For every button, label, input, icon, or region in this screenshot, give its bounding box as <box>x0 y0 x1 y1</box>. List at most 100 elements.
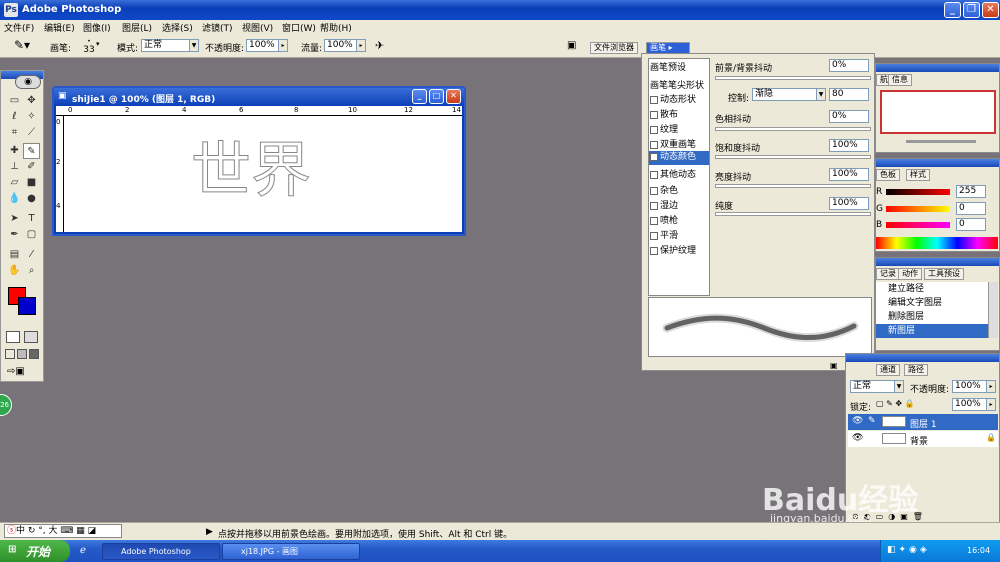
notes-icon[interactable]: ▤ <box>6 247 23 263</box>
marquee-icon[interactable]: ▭ <box>6 93 23 109</box>
menu-image[interactable]: 图像(I) <box>83 21 111 34</box>
ime-toolbar[interactable]: ⓢ中 ↻ °, 大 ⌨ ▦ ◪ <box>4 524 122 538</box>
opacity-field[interactable]: 100% ▸ <box>246 39 288 52</box>
restore-button[interactable]: ❐ <box>963 2 980 18</box>
color-ramp[interactable] <box>876 237 998 249</box>
checkbox-icon[interactable] <box>650 231 658 240</box>
checkbox-icon[interactable] <box>650 95 658 104</box>
eye-icon[interactable]: 👁 <box>852 416 863 426</box>
tab-swatches[interactable]: 色板 <box>876 169 900 181</box>
brush-tip-item[interactable]: 画笔笔尖形状 <box>650 78 704 91</box>
mode-select[interactable]: 正常 ▼ <box>141 39 199 52</box>
option-wet-edges[interactable]: 湿边 <box>650 198 678 211</box>
menu-help[interactable]: 帮助(H) <box>320 21 352 34</box>
stamp-icon[interactable]: ⊥ <box>6 159 23 175</box>
eyedropper-icon[interactable]: ⁄ <box>23 247 40 263</box>
tab-styles[interactable]: 样式 <box>906 169 930 181</box>
doc-minimize-button[interactable]: _ <box>412 89 427 104</box>
taskbar-item-paint[interactable]: xj18.JPG - 画图 <box>222 543 360 560</box>
brightness-jitter-value[interactable]: 100% <box>829 168 869 181</box>
brush-tool-icon[interactable]: ✎▾ <box>14 38 30 52</box>
navigator-thumbnail[interactable] <box>880 90 996 134</box>
checkbox-icon[interactable] <box>650 125 658 134</box>
checkbox-icon[interactable] <box>650 186 658 195</box>
option-smoothing[interactable]: 平滑 <box>650 228 678 241</box>
option-airbrush[interactable]: 喷枪 <box>650 213 678 226</box>
tray-icons[interactable]: ◧✦◉◈ <box>887 545 930 555</box>
gradient-icon[interactable]: ■ <box>23 175 40 191</box>
screen-mode-2-icon[interactable] <box>17 349 27 359</box>
r-value[interactable]: 255 <box>956 185 986 198</box>
option-scattering[interactable]: 散布 <box>650 107 678 120</box>
chevron-down-icon[interactable]: ▾ <box>96 40 100 48</box>
history-item[interactable]: 建立路径 <box>876 282 988 296</box>
checkbox-icon[interactable] <box>650 140 658 149</box>
menu-layer[interactable]: 图层(L) <box>122 21 152 34</box>
minimize-button[interactable]: _ <box>944 2 961 18</box>
path-select-icon[interactable]: ➤ <box>6 211 23 227</box>
crop-icon[interactable]: ⌗ <box>6 125 23 141</box>
new-brush-icon[interactable]: ▣ <box>830 361 838 370</box>
option-color-dynamics[interactable]: ✓ 动态颜色 <box>649 151 709 165</box>
pen-icon[interactable]: ✒ <box>6 227 23 243</box>
option-other-dynamics[interactable]: 其他动态 <box>650 167 696 180</box>
saturation-jitter-value[interactable]: 100% <box>829 139 869 152</box>
fg-bg-jitter-slider[interactable] <box>715 76 871 80</box>
layer-row[interactable]: 👁 背景 🔒 <box>848 431 998 447</box>
checkbox-icon[interactable] <box>650 201 658 210</box>
brush-presets-item[interactable]: 画笔预设 <box>650 60 686 73</box>
lock-icons[interactable]: ▢ ✎ ✥ 🔒 <box>876 399 915 408</box>
purity-value[interactable]: 100% <box>829 197 869 210</box>
hue-jitter-value[interactable]: 0% <box>829 110 869 123</box>
layer-opacity-field[interactable]: 100% ▸ <box>952 380 996 393</box>
standard-mode-icon[interactable] <box>6 331 20 343</box>
fg-bg-jitter-value[interactable]: 0% <box>829 59 869 72</box>
r-slider[interactable] <box>886 189 950 195</box>
tab-paths[interactable]: 路径 <box>904 364 928 376</box>
history-scrollbar[interactable] <box>988 282 998 338</box>
menu-edit[interactable]: 编辑(E) <box>44 21 75 34</box>
screen-mode-3-icon[interactable] <box>29 349 39 359</box>
taskbar-item-photoshop[interactable]: Adobe Photoshop <box>102 543 220 560</box>
option-shape-dynamics[interactable]: 动态形状 <box>650 92 696 105</box>
saturation-jitter-slider[interactable] <box>715 155 871 159</box>
menu-file[interactable]: 文件(F) <box>4 21 34 34</box>
tab-file-browser[interactable]: 文件浏览器 <box>590 42 638 54</box>
option-texture[interactable]: 纹理 <box>650 122 678 135</box>
close-button[interactable]: ✕ <box>982 2 999 18</box>
menu-window[interactable]: 窗口(W) <box>282 21 316 34</box>
tab-info[interactable]: 信息 <box>888 74 912 86</box>
g-slider[interactable] <box>886 206 950 212</box>
checkbox-checked-icon[interactable]: ✓ <box>650 152 658 161</box>
jump-to-imageready-icon[interactable]: ⇨▣ <box>7 366 25 377</box>
blur-icon[interactable]: 💧 <box>6 191 23 207</box>
shape-icon[interactable]: ▢ <box>23 227 40 243</box>
g-value[interactable]: 0 <box>956 202 986 215</box>
type-icon[interactable]: T <box>23 211 40 227</box>
zoom-slider[interactable] <box>906 140 976 143</box>
option-dual-brush[interactable]: 双重画笔 <box>650 137 696 150</box>
blend-mode-select[interactable]: 正常 ▼ <box>850 380 904 393</box>
history-item-current[interactable]: 新图层 <box>876 324 988 338</box>
slice-icon[interactable]: ⟋ <box>23 125 40 141</box>
tab-tool-presets[interactable]: 工具预设 <box>924 268 964 280</box>
photoshop-eye-icon[interactable]: ◉ <box>15 75 41 89</box>
zoom-icon[interactable]: ⌕ <box>23 263 40 279</box>
eraser-icon[interactable]: ▱ <box>6 175 23 191</box>
brightness-jitter-slider[interactable] <box>715 184 871 188</box>
tab-actions[interactable]: 动作 <box>898 268 922 280</box>
option-protect-texture[interactable]: 保护纹理 <box>650 243 696 256</box>
checkbox-icon[interactable] <box>650 170 658 179</box>
flow-field[interactable]: 100% ▸ <box>324 39 366 52</box>
background-color-swatch[interactable] <box>18 297 36 315</box>
control-steps-value[interactable]: 80 <box>829 88 869 101</box>
start-button[interactable]: ⊞ 开始 <box>0 540 70 562</box>
fill-field[interactable]: 100% ▸ <box>952 398 996 411</box>
history-item[interactable]: 编辑文字图层 <box>876 296 988 310</box>
canvas-area[interactable]: 0 2 4 6 8 10 12 14 0 2 4 世界 <box>56 106 462 232</box>
palette-well-icon[interactable]: ▣ <box>567 40 576 51</box>
eye-icon[interactable]: 👁 <box>852 433 863 443</box>
magic-wand-icon[interactable]: ✧ <box>23 109 40 125</box>
tab-channels[interactable]: 通道 <box>876 364 900 376</box>
screen-mode-1-icon[interactable] <box>5 349 15 359</box>
